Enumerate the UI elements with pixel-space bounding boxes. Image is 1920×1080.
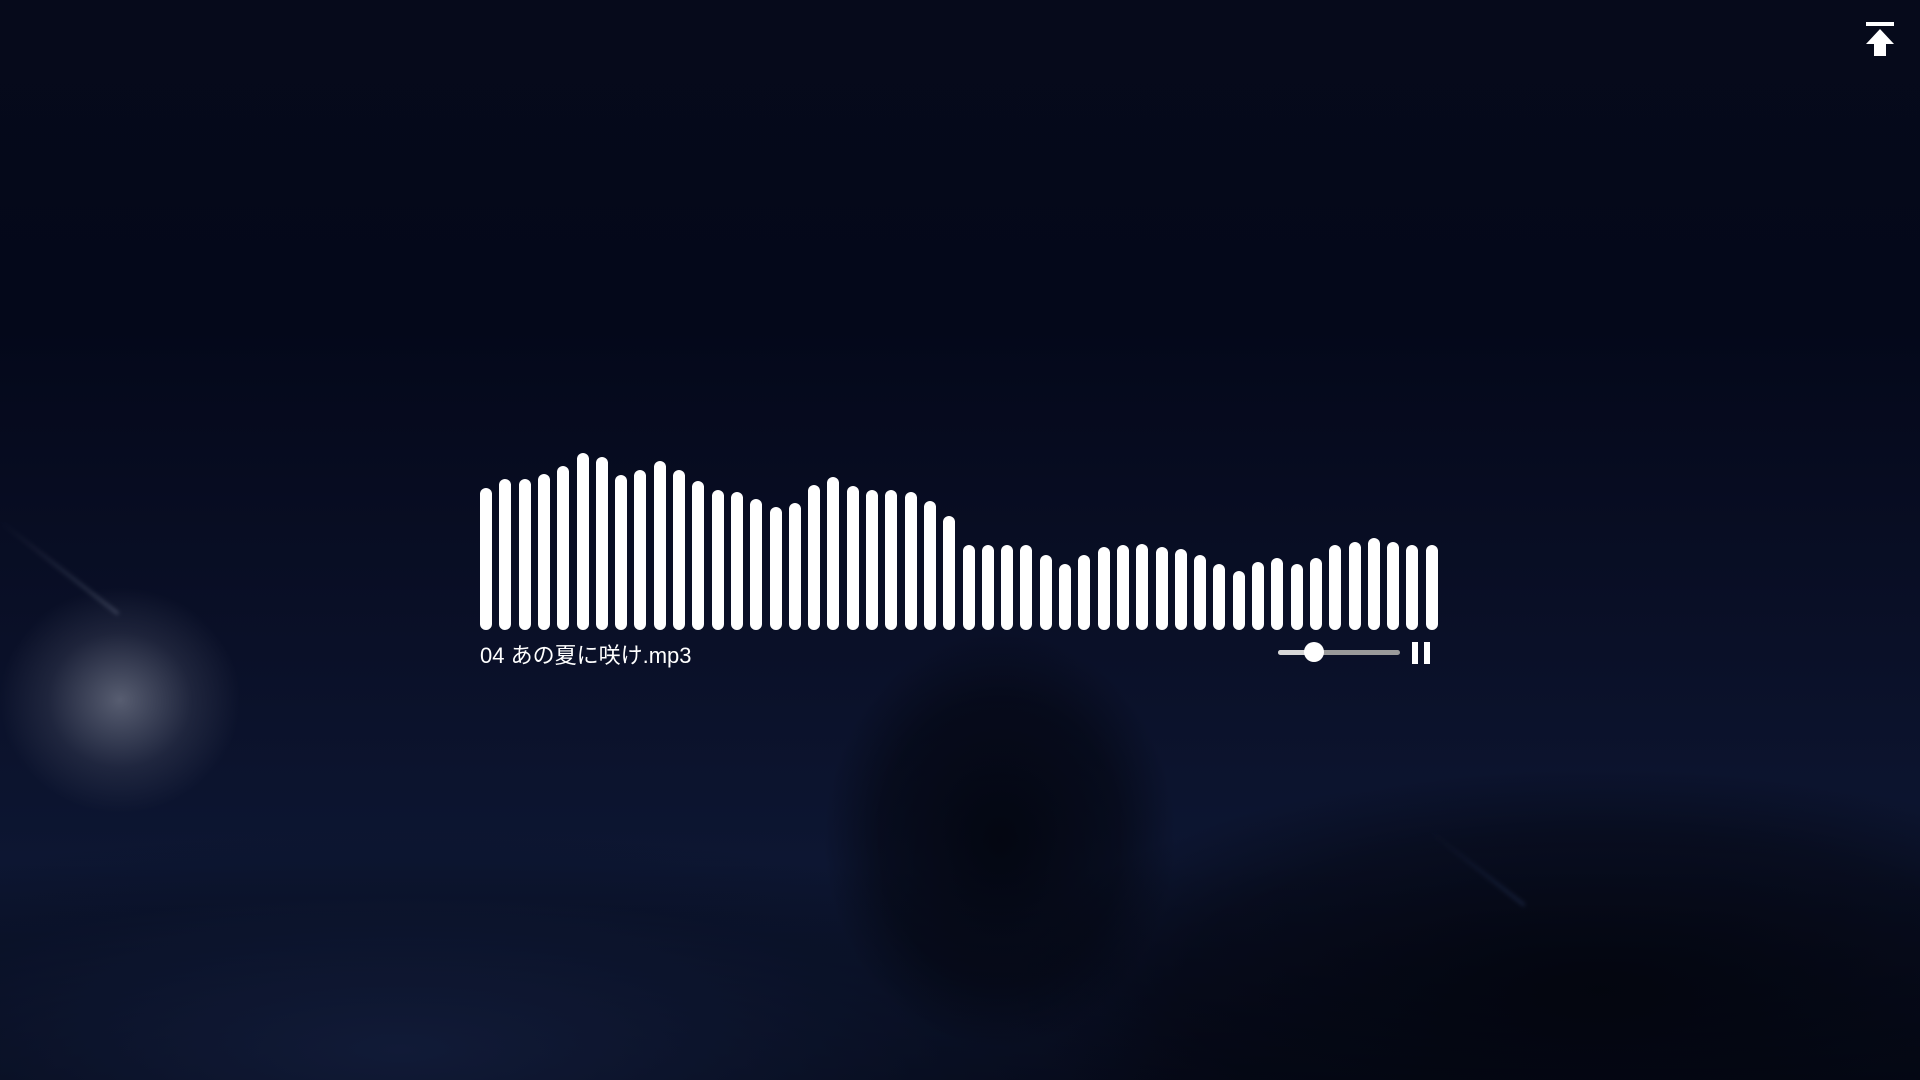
volume-slider[interactable] xyxy=(1278,642,1400,662)
visualizer-bar xyxy=(1136,544,1148,630)
visualizer-bar xyxy=(808,485,820,630)
visualizer-bar xyxy=(557,466,569,630)
visualizer-bar xyxy=(1040,555,1052,630)
visualizer-bar xyxy=(1406,545,1418,630)
visualizer-bar xyxy=(519,479,531,630)
visualizer-bar xyxy=(1329,545,1341,630)
visualizer-bar xyxy=(866,490,878,630)
visualizer-bar xyxy=(963,545,975,630)
visualizer-bar xyxy=(1175,549,1187,630)
visualizer-bar xyxy=(1059,564,1071,630)
visualizer-bar xyxy=(1387,542,1399,630)
visualizer-bar xyxy=(538,474,550,630)
visualizer-bar xyxy=(634,470,646,630)
visualizer-bar xyxy=(731,492,743,630)
visualizer-bar xyxy=(1426,545,1438,630)
visualizer-bar xyxy=(1156,547,1168,630)
visualizer-bar xyxy=(982,545,994,630)
visualizer-bar xyxy=(673,470,685,630)
visualizer-bar xyxy=(1194,555,1206,630)
visualizer-bar xyxy=(1020,545,1032,630)
scroll-to-top-button[interactable] xyxy=(1862,20,1898,60)
visualizer-bar xyxy=(1252,562,1264,630)
visualizer-bar xyxy=(943,516,955,630)
visualizer-bar xyxy=(1213,564,1225,630)
visualizer-bar xyxy=(1368,538,1380,630)
visualizer-bar xyxy=(885,490,897,630)
pause-icon-right-bar xyxy=(1424,642,1430,664)
pause-button[interactable] xyxy=(1410,642,1432,664)
visualizer-bar xyxy=(924,501,936,630)
visualizer-bar xyxy=(1310,558,1322,630)
audio-visualizer xyxy=(480,440,1440,630)
visualizer-bar xyxy=(770,507,782,630)
visualizer-bar xyxy=(596,457,608,630)
arrow-up-to-top-icon xyxy=(1866,22,1894,56)
player-controls-row: 04 あの夏に咲け.mp3 xyxy=(480,632,1440,672)
visualizer-bar xyxy=(654,461,666,630)
visualizer-bar xyxy=(1098,547,1110,630)
visualizer-bar xyxy=(480,488,492,630)
visualizer-bar xyxy=(1271,558,1283,630)
visualizer-bar xyxy=(712,490,724,630)
visualizer-bar xyxy=(1001,545,1013,630)
visualizer-bar xyxy=(692,481,704,630)
visualizer-bar xyxy=(750,499,762,630)
visualizer-bar xyxy=(905,492,917,630)
visualizer-bar xyxy=(615,475,627,630)
visualizer-bar xyxy=(847,486,859,630)
visualizer-bar xyxy=(789,503,801,630)
audio-player: 04 あの夏に咲け.mp3 xyxy=(480,440,1440,672)
visualizer-bar xyxy=(1349,542,1361,630)
visualizer-bar xyxy=(577,453,589,630)
visualizer-bar xyxy=(827,477,839,630)
visualizer-bar xyxy=(1078,555,1090,630)
visualizer-bar xyxy=(1233,571,1245,630)
visualizer-bar xyxy=(1291,564,1303,630)
visualizer-bar xyxy=(499,479,511,630)
visualizer-bar xyxy=(1117,545,1129,630)
pause-icon-left-bar xyxy=(1412,642,1418,664)
track-title: 04 あの夏に咲け.mp3 xyxy=(480,643,692,668)
volume-slider-thumb[interactable] xyxy=(1303,642,1324,662)
